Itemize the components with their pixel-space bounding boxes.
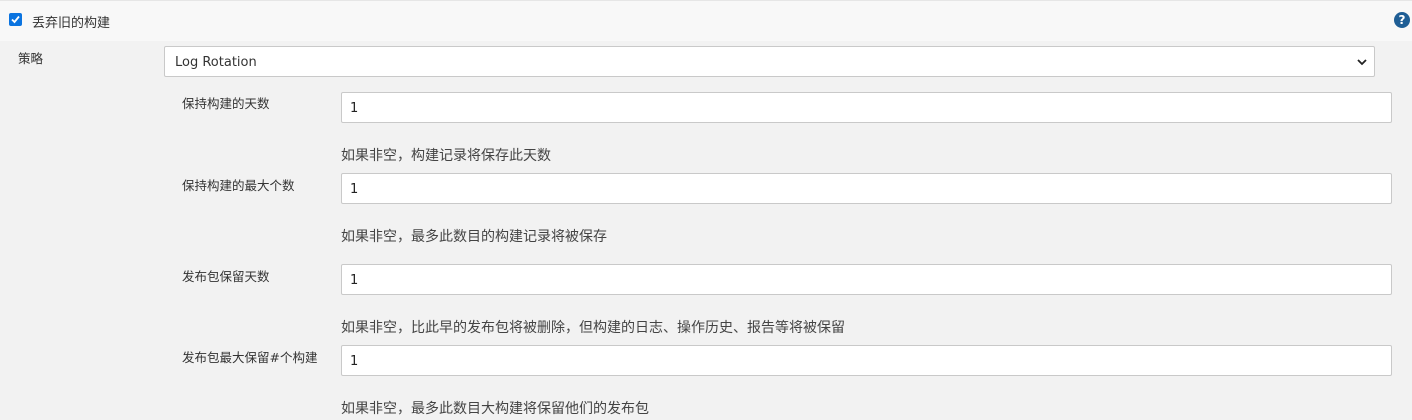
- strategy-label: 策略: [18, 51, 44, 66]
- artifact-days-to-keep-label: 发布包保留天数: [182, 269, 270, 284]
- days-to-keep-help: 如果非空，构建记录将保存此天数: [341, 148, 551, 164]
- artifact-days-to-keep-input[interactable]: 1: [341, 264, 1392, 295]
- days-to-keep-input[interactable]: 1: [341, 92, 1392, 123]
- checkmark-icon: [11, 15, 20, 24]
- artifact-max-builds-label: 发布包最大保留#个构建: [182, 350, 318, 365]
- max-builds-to-keep-help: 如果非空，最多此数目的构建记录将被保存: [341, 229, 607, 245]
- artifact-days-to-keep-help: 如果非空，比此早的发布包将被删除，但构建的日志、操作历史、报告等将被保留: [341, 320, 845, 336]
- chevron-down-icon: [1357, 59, 1367, 66]
- artifact-max-builds-value: 1: [350, 354, 359, 369]
- strategy-select[interactable]: Log Rotation: [164, 46, 1375, 77]
- max-builds-to-keep-input[interactable]: 1: [341, 173, 1392, 204]
- discard-old-builds-header: 丢弃旧的构建 ?: [0, 0, 1412, 41]
- discard-old-builds-checkbox[interactable]: [9, 13, 22, 26]
- artifact-max-builds-help: 如果非空，最多此数目大构建将保留他们的发布包: [341, 401, 649, 417]
- max-builds-to-keep-label: 保持构建的最大个数: [182, 178, 295, 193]
- days-to-keep-value: 1: [350, 101, 359, 116]
- days-to-keep-label: 保持构建的天数: [182, 96, 270, 111]
- artifact-max-builds-input[interactable]: 1: [341, 345, 1392, 376]
- discard-old-builds-label: 丢弃旧的构建: [32, 16, 111, 31]
- strategy-select-value: Log Rotation: [175, 55, 257, 70]
- help-icon[interactable]: ?: [1394, 12, 1410, 28]
- max-builds-to-keep-value: 1: [350, 182, 359, 197]
- artifact-days-to-keep-value: 1: [350, 273, 359, 288]
